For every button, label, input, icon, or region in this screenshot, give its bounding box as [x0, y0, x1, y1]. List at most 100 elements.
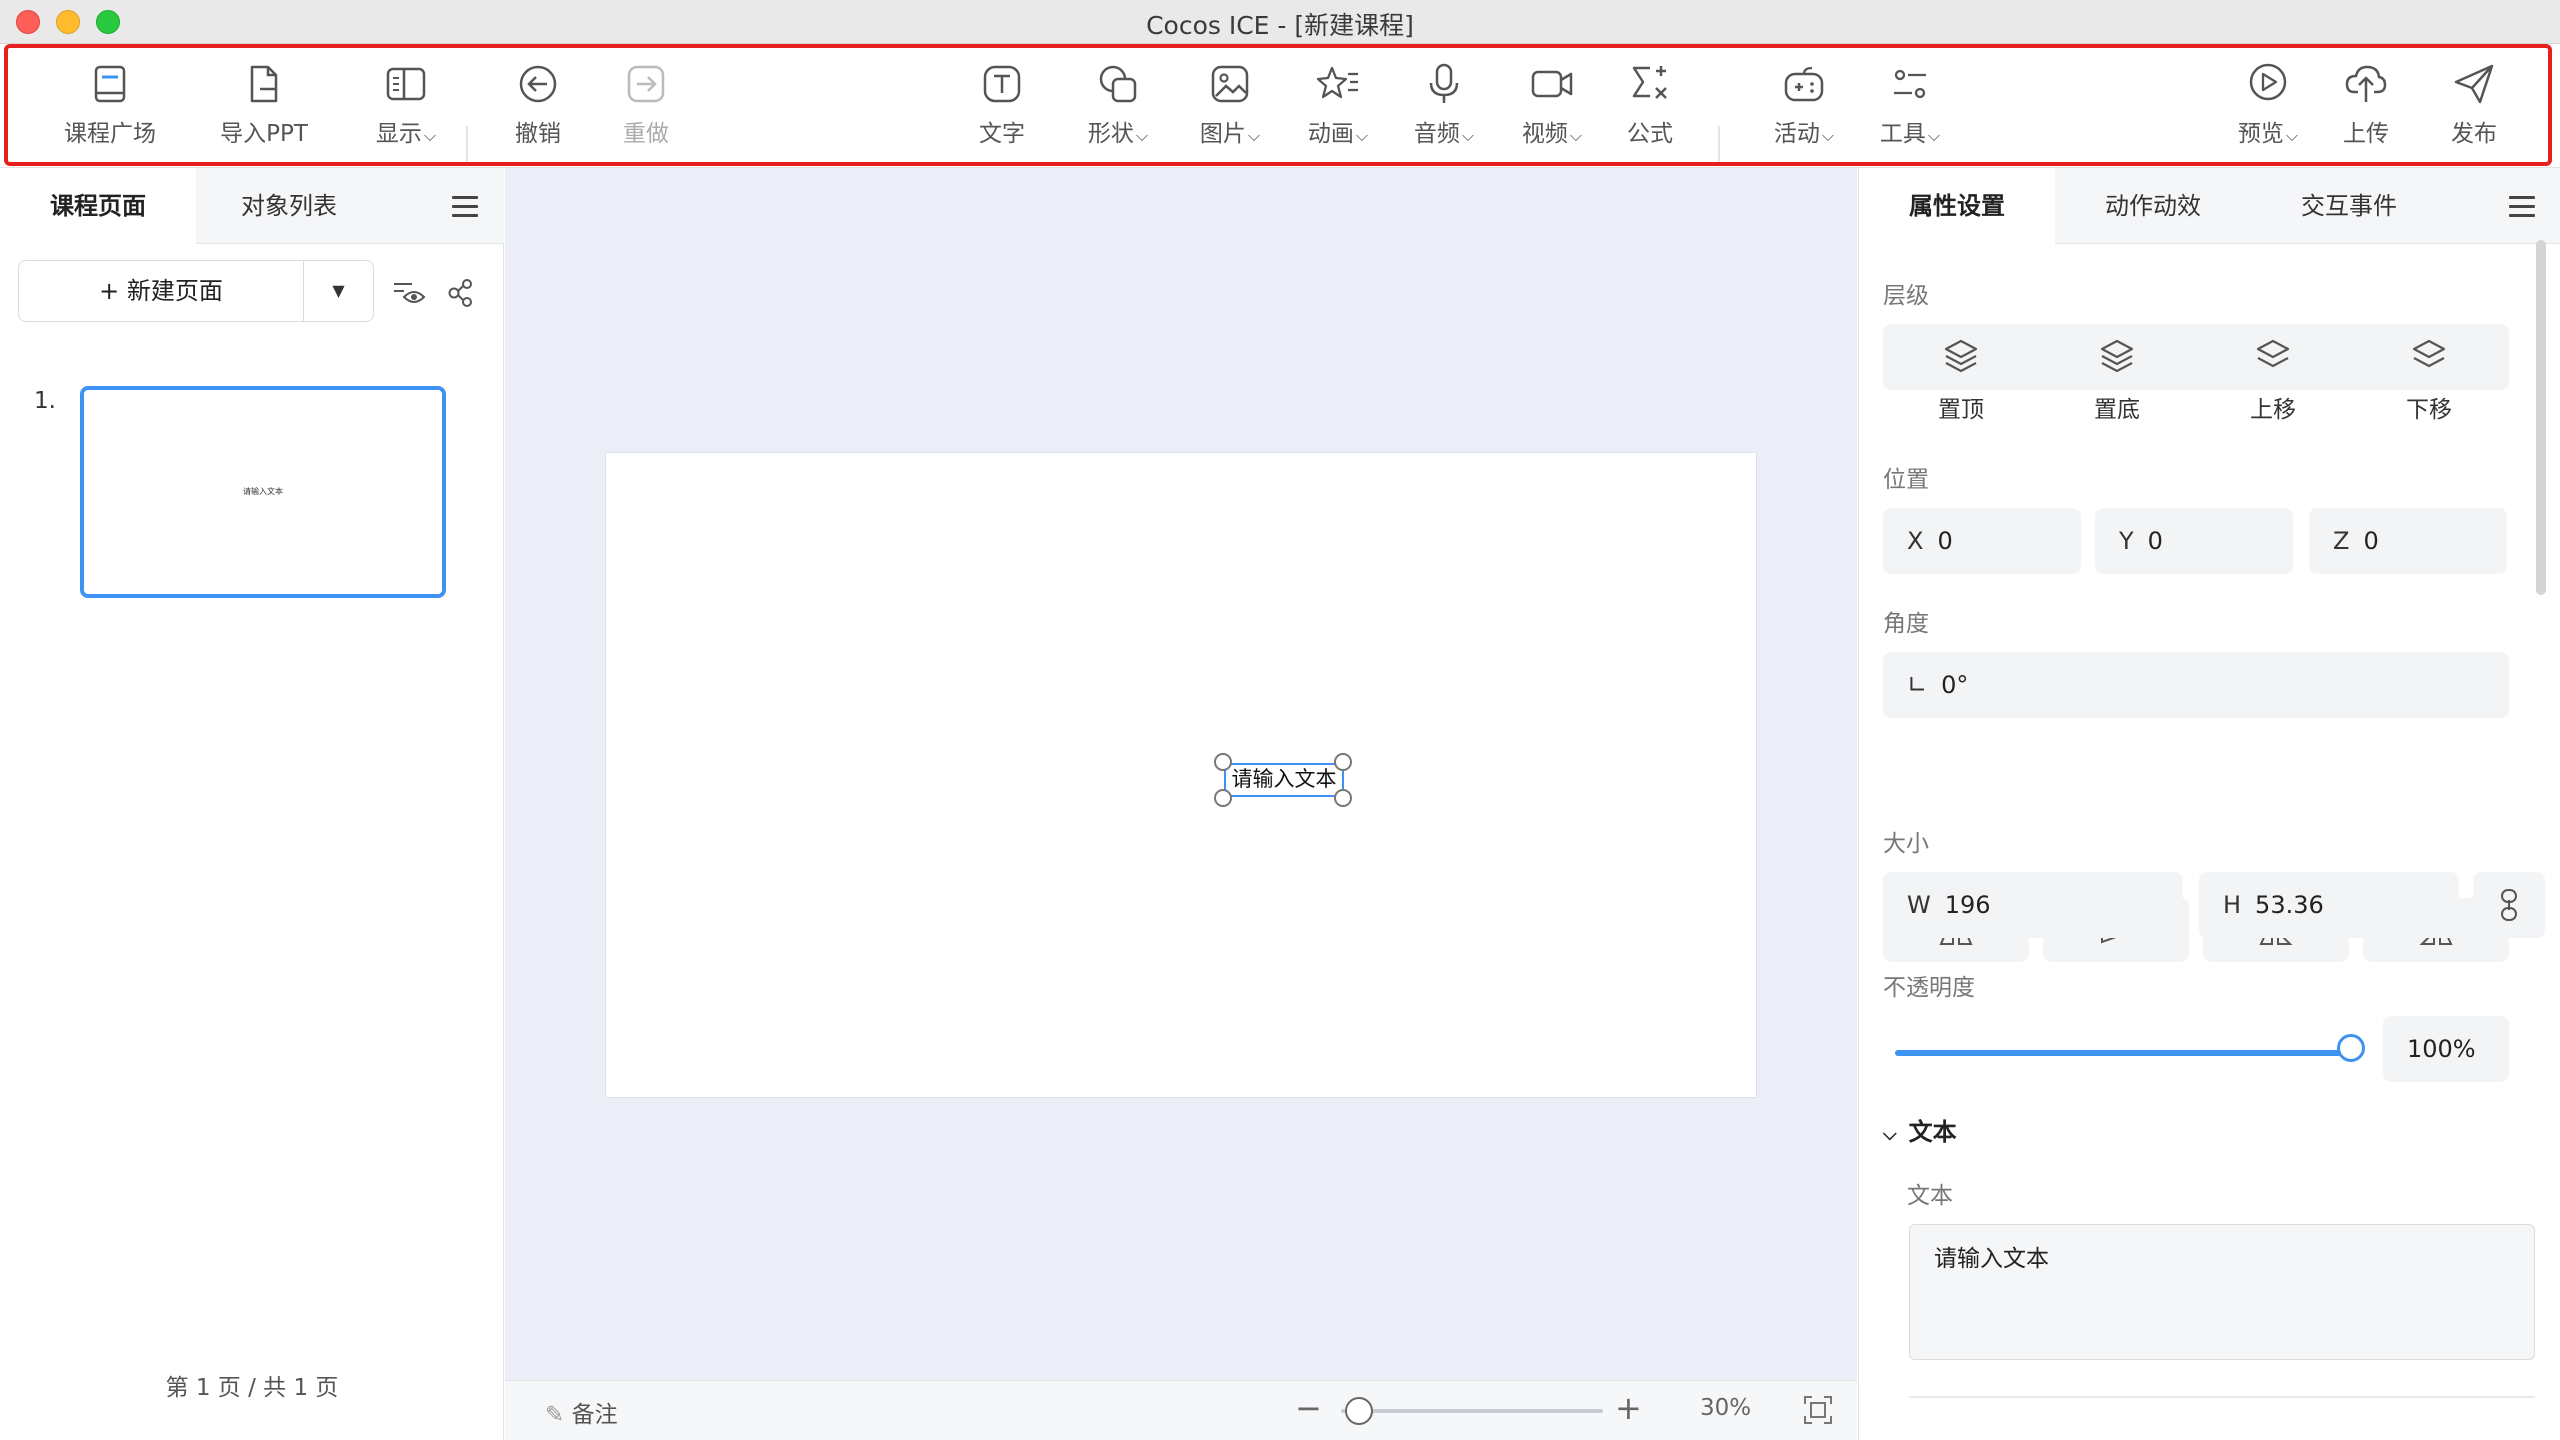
tab-actions-effects[interactable]: 动作动效	[2055, 168, 2251, 244]
animation-menu-button[interactable]: 动画 ⌵	[1280, 62, 1396, 162]
shapes-icon	[1099, 65, 1137, 103]
tools-menu-button[interactable]: 工具 ⌵	[1852, 62, 1968, 162]
height-field[interactable]: H 53.36	[2199, 872, 2459, 938]
redo-label: 重做	[623, 121, 669, 147]
import-ppt-button[interactable]: 导入PPT	[214, 62, 314, 162]
section-divider	[1909, 1396, 2535, 1398]
text-section-toggle[interactable]: ⌵ 文本	[1883, 1112, 1957, 1147]
layer-up-icon	[2256, 339, 2290, 368]
move-up-button[interactable]: 上移	[2195, 324, 2351, 454]
remark-button[interactable]: ✎ 备注	[545, 1395, 618, 1429]
title-bar: Cocos ICE - [新建课程]	[0, 0, 2560, 44]
height-value: 53.36	[2255, 891, 2324, 919]
chevron-down-icon: ⌵	[1135, 126, 1149, 145]
activity-label: 活动	[1773, 121, 1820, 147]
opacity-field[interactable]: 100%	[2383, 1016, 2509, 1082]
activity-menu-button[interactable]: 活动 ⌵	[1746, 62, 1862, 162]
layer-down-icon	[2412, 339, 2446, 368]
preview-menu-button[interactable]: 预览 ⌵	[2210, 62, 2326, 162]
resize-handle-bottom-left[interactable]	[1214, 789, 1232, 807]
send-to-back-button[interactable]: 置底	[2039, 324, 2195, 454]
course-square-label: 课程广场	[64, 121, 156, 147]
gamepad-icon	[1784, 66, 1824, 102]
shape-label: 形状	[1087, 121, 1134, 147]
course-square-button[interactable]: 课程广场	[60, 62, 160, 162]
move-down-button[interactable]: 下移	[2351, 324, 2507, 454]
preview-label: 预览	[2237, 121, 2284, 147]
eye-visibility-icon[interactable]	[392, 278, 426, 308]
share-node-icon[interactable]	[446, 278, 474, 308]
zoom-slider-track[interactable]	[1341, 1409, 1603, 1413]
tab-course-pages[interactable]: 课程页面	[0, 168, 196, 244]
zoom-out-button[interactable]: −	[1295, 1389, 1322, 1427]
chain-link-icon	[2501, 889, 2517, 921]
properties-scrollbar[interactable]	[2536, 240, 2546, 595]
editor-stage: 请输入文本	[505, 168, 1857, 1440]
publish-button[interactable]: 发布	[2424, 62, 2524, 162]
position-y-field[interactable]: Y0	[2095, 508, 2293, 574]
bring-to-front-button[interactable]: 置顶	[1883, 324, 2039, 454]
tab-object-list[interactable]: 对象列表	[196, 168, 382, 244]
right-panel-menu-icon[interactable]	[2509, 196, 2535, 218]
x-key: X	[1907, 527, 1924, 555]
aspect-lock-button[interactable]	[2473, 872, 2545, 938]
remark-label: 备注	[571, 1402, 618, 1428]
opacity-slider-thumb[interactable]	[2337, 1034, 2365, 1062]
layers-bottom-icon	[2100, 339, 2134, 373]
fit-screen-icon[interactable]	[1803, 1395, 1833, 1425]
display-menu-button[interactable]: 显示 ⌵	[348, 62, 464, 162]
right-panel-tabs: 属性设置 动作动效 交互事件	[1859, 168, 2560, 244]
shape-menu-button[interactable]: 形状 ⌵	[1060, 62, 1176, 162]
page-thumbnail-text: 请输入文本	[243, 487, 283, 496]
upload-button[interactable]: 上传	[2316, 62, 2416, 162]
resize-handle-bottom-right[interactable]	[1334, 789, 1352, 807]
new-page-split-button: + 新建页面 ▼	[18, 260, 374, 322]
page-thumbnail[interactable]: 请输入文本	[80, 386, 446, 598]
chevron-down-icon: ⌵	[1821, 126, 1835, 145]
canvas-text-element[interactable]: 请输入文本	[1224, 763, 1344, 797]
cloud-upload-icon	[2345, 65, 2387, 102]
publish-label: 发布	[2451, 121, 2497, 147]
window-title: Cocos ICE - [新建课程]	[1146, 11, 1414, 40]
new-page-button[interactable]: + 新建页面	[19, 261, 303, 321]
microphone-icon	[1429, 63, 1459, 103]
play-circle-icon	[2249, 63, 2287, 101]
video-menu-button[interactable]: 视频 ⌵	[1494, 62, 1610, 162]
properties-panel: 属性设置 动作动效 交互事件 层级 置顶 置底 上移 下移 位置 X 0 Y 0…	[1858, 168, 2560, 1440]
undo-button[interactable]: 撤销	[488, 62, 588, 162]
new-page-dropdown-caret-icon[interactable]: ▼	[303, 261, 373, 321]
position-x-field[interactable]: X0	[1883, 508, 2081, 574]
image-menu-button[interactable]: 图片 ⌵	[1172, 62, 1288, 162]
width-field[interactable]: W 196	[1883, 872, 2183, 938]
text-label: 文字	[979, 121, 1025, 147]
insert-text-button[interactable]: 文字	[952, 62, 1052, 162]
resize-handle-top-right[interactable]	[1334, 753, 1352, 771]
text-content-textarea[interactable]: 请输入文本	[1909, 1224, 2535, 1360]
zoom-in-button[interactable]: +	[1615, 1389, 1642, 1427]
x-value: 0	[1937, 527, 1953, 555]
slide-canvas[interactable]: 请输入文本	[605, 452, 1757, 1098]
opacity-slider-track[interactable]	[1895, 1050, 2355, 1056]
redo-button[interactable]: 重做	[596, 62, 696, 162]
layer-section-label: 层级	[1883, 283, 1929, 309]
tab-property-settings[interactable]: 属性设置	[1859, 168, 2055, 244]
move-up-label: 上移	[2250, 397, 2296, 423]
angle-section-label: 角度	[1883, 611, 1929, 637]
opacity-section-label: 不透明度	[1883, 975, 1975, 1001]
chevron-down-icon: ⌵	[1355, 126, 1369, 145]
h-key: H	[2223, 891, 2242, 919]
chevron-down-icon: ⌵	[1247, 126, 1261, 145]
angle-field[interactable]: ∟ 0°	[1883, 652, 2509, 718]
zoom-slider-thumb[interactable]	[1344, 1397, 1373, 1425]
formula-button[interactable]: 公式	[1600, 62, 1700, 162]
resize-handle-top-left[interactable]	[1214, 753, 1232, 771]
audio-menu-button[interactable]: 音频 ⌵	[1386, 62, 1502, 162]
left-panel-menu-icon[interactable]	[452, 196, 478, 218]
tab-interaction-events[interactable]: 交互事件	[2251, 168, 2447, 244]
redo-arrow-icon	[627, 65, 665, 103]
position-z-field[interactable]: Z0	[2309, 508, 2507, 574]
undo-label: 撤销	[515, 121, 561, 147]
page-info: 第 1 页 / 共 1 页	[165, 1375, 339, 1401]
w-key: W	[1907, 891, 1931, 919]
video-camera-icon	[1531, 70, 1573, 98]
